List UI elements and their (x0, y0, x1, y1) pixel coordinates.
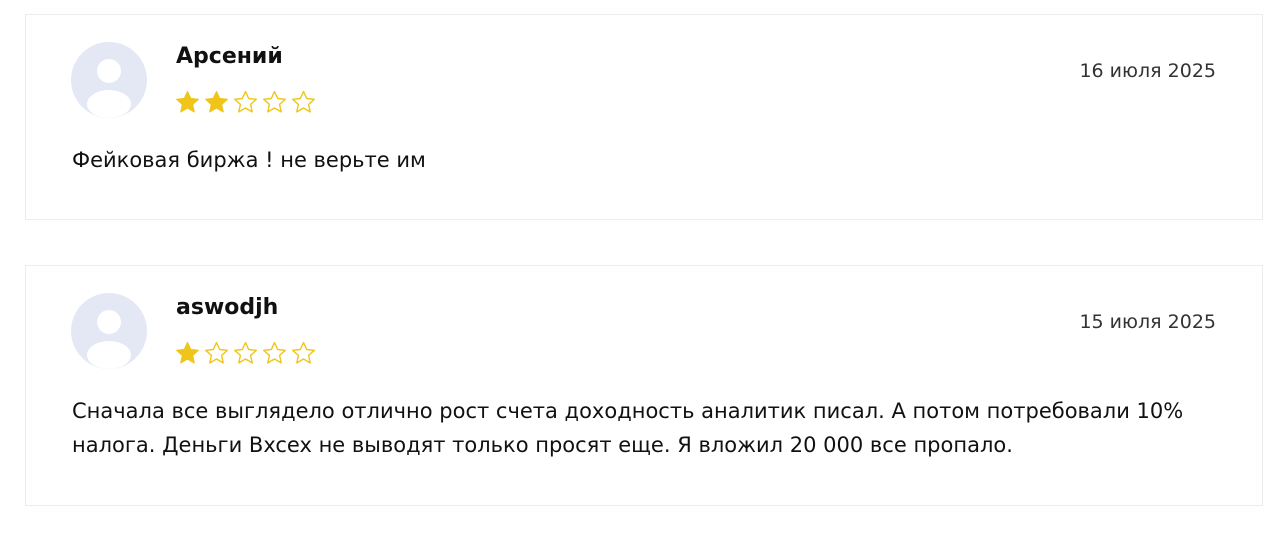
review-date: 15 июля 2025 (1079, 311, 1216, 333)
review-author: Арсений (176, 44, 283, 69)
review-text: Фейковая биржа ! не верьте им (72, 148, 426, 172)
rating-stars (175, 341, 316, 367)
star-empty-icon (204, 341, 229, 366)
review-card: aswodjh 15 июля 2025 Сначала все выгляде… (25, 265, 1263, 506)
star-filled-icon (175, 341, 200, 366)
review-card: Арсений 16 июля 2025 Фейковая биржа ! не… (25, 14, 1263, 220)
star-empty-icon (233, 341, 258, 366)
review-date: 16 июля 2025 (1079, 60, 1216, 82)
star-filled-icon (175, 90, 200, 115)
review-author: aswodjh (176, 295, 279, 320)
user-avatar-icon (71, 42, 147, 118)
star-filled-icon (204, 90, 229, 115)
star-empty-icon (233, 90, 258, 115)
star-empty-icon (291, 341, 316, 366)
star-empty-icon (262, 341, 287, 366)
user-avatar-icon (71, 293, 147, 369)
star-empty-icon (291, 90, 316, 115)
star-empty-icon (262, 90, 287, 115)
review-text: Сначала все выглядело отлично рост счета… (72, 399, 1184, 457)
rating-stars (175, 90, 316, 116)
